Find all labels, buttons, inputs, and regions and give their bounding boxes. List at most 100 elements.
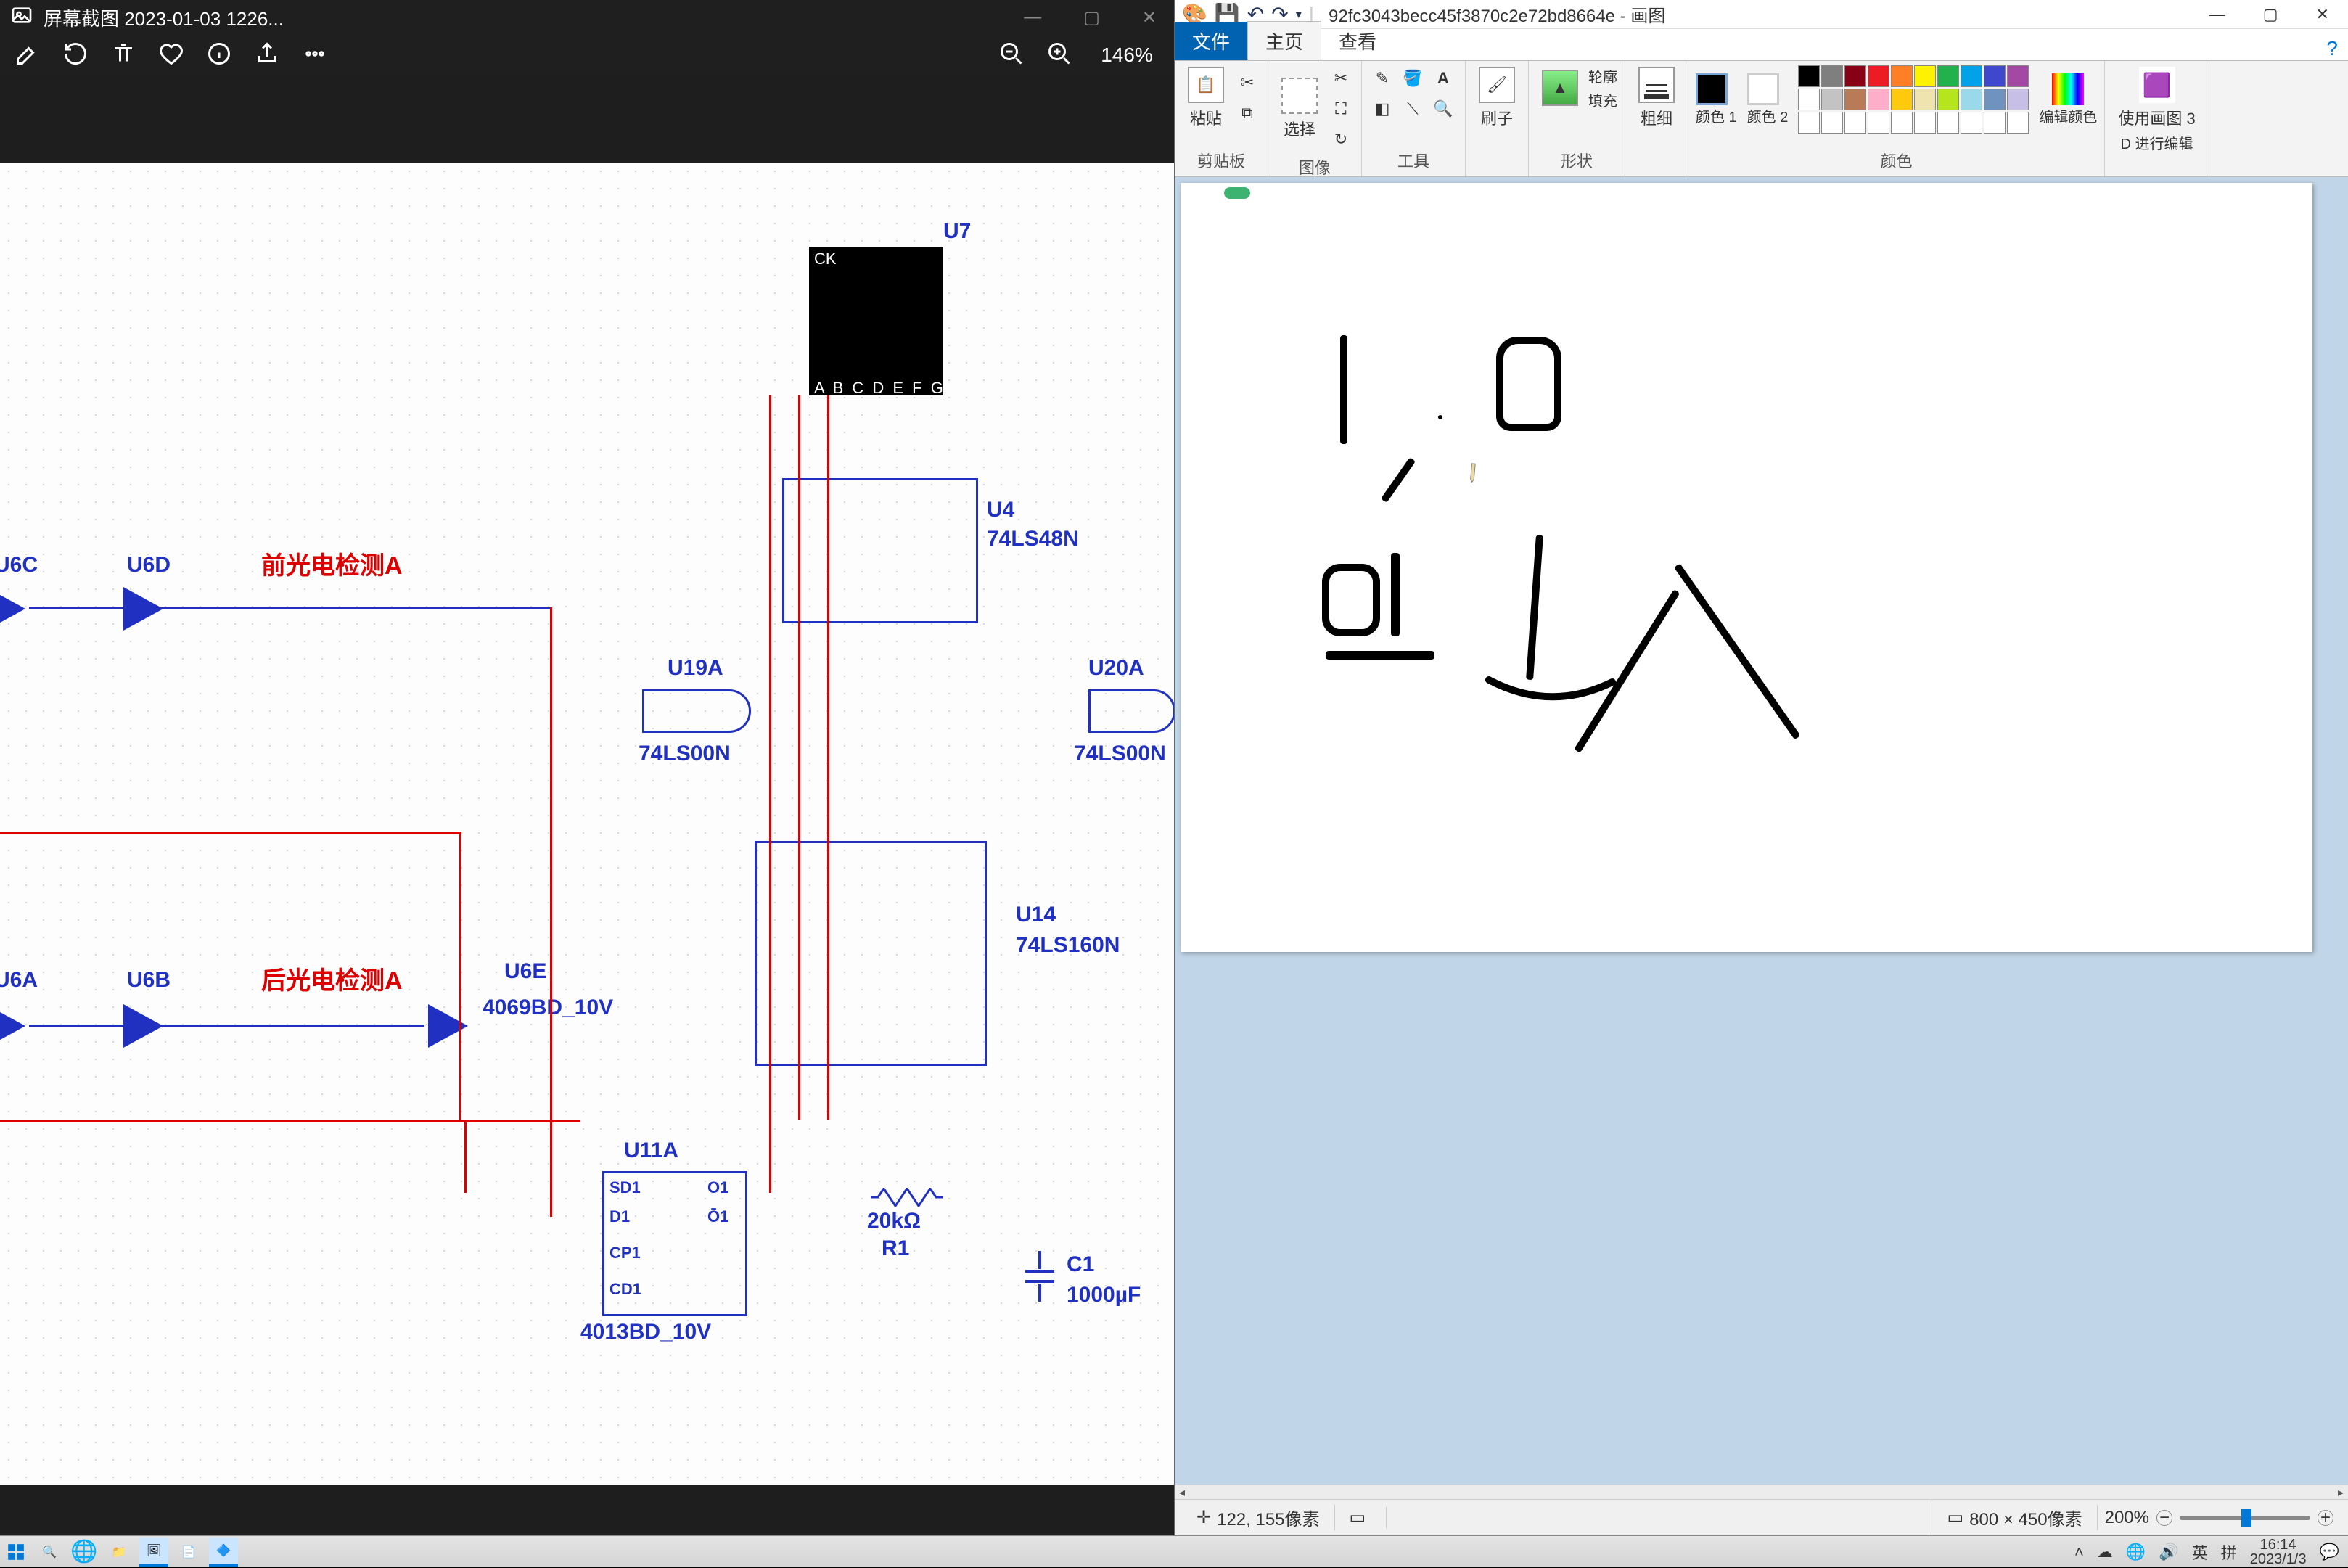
palette-color[interactable] xyxy=(2007,112,2029,134)
magnify-tool-icon[interactable]: 🔍 xyxy=(1430,96,1456,122)
palette-color[interactable] xyxy=(1961,112,1982,134)
more-icon[interactable] xyxy=(302,41,328,70)
ime-mode[interactable]: 英 xyxy=(2192,1540,2208,1564)
palette-color[interactable] xyxy=(1798,89,1820,110)
palette-color[interactable] xyxy=(1821,65,1843,87)
minimize-button[interactable]: — xyxy=(1014,4,1051,31)
scroll-left-icon[interactable]: ◂ xyxy=(1175,1485,1189,1500)
crop-icon[interactable]: ✂ xyxy=(1328,65,1354,91)
palette-color[interactable] xyxy=(1937,89,1959,110)
select-button[interactable]: 选择 xyxy=(1276,76,1323,141)
qat-dropdown-icon[interactable]: ▾ xyxy=(1296,7,1302,22)
zoom-out-button[interactable]: − xyxy=(2156,1510,2172,1526)
tray-chevron-icon[interactable]: ˄ xyxy=(2074,1543,2084,1561)
fill-button[interactable]: 填充 xyxy=(1588,89,1617,110)
palette-color[interactable] xyxy=(1891,89,1913,110)
paste-button[interactable]: 📋 粘贴 xyxy=(1182,65,1230,131)
brushes-button[interactable]: 🖌 刷子 xyxy=(1473,65,1521,131)
palette-color[interactable] xyxy=(1984,65,2006,87)
palette-color[interactable] xyxy=(1821,89,1843,110)
photos-viewport[interactable]: U7 CK A B C D E F G U4 74LS48N 前光电检测A U6… xyxy=(0,75,1174,1535)
zoom-out-icon[interactable] xyxy=(998,41,1025,70)
horizontal-scrollbar[interactable]: ◂ ▸ xyxy=(1175,1485,2348,1499)
palette-color[interactable] xyxy=(2007,65,2029,87)
photos-taskbar-icon[interactable]: 🖼 xyxy=(139,1538,168,1567)
tray-network-icon[interactable]: 🌐 xyxy=(2126,1543,2146,1561)
palette-color[interactable] xyxy=(1868,112,1889,134)
zoom-slider[interactable] xyxy=(2180,1516,2310,1520)
eraser-tool-icon[interactable]: ◧ xyxy=(1369,96,1395,122)
photos-app-icon xyxy=(7,4,36,32)
color-palette[interactable] xyxy=(1798,65,2029,134)
taskbar-clock[interactable]: 16:14 2023/1/3 xyxy=(2250,1538,2307,1567)
start-button[interactable] xyxy=(0,1536,32,1568)
palette-color[interactable] xyxy=(1891,65,1913,87)
app2-taskbar-icon[interactable]: 🔷 xyxy=(209,1538,238,1567)
tab-view[interactable]: 查看 xyxy=(1321,22,1394,60)
tab-file[interactable]: 文件 xyxy=(1175,22,1247,60)
palette-color[interactable] xyxy=(2007,89,2029,110)
resize-icon[interactable]: ⛶ xyxy=(1328,96,1354,122)
palette-color[interactable] xyxy=(1868,89,1889,110)
palette-color[interactable] xyxy=(1798,112,1820,134)
palette-color[interactable] xyxy=(1868,65,1889,87)
outline-button[interactable]: 轮廓 xyxy=(1588,65,1617,86)
palette-color[interactable] xyxy=(1844,112,1866,134)
taskbar[interactable]: 🔍 🌐 📁 🖼 📄 🔷 ˄ ☁ 🌐 🔊 英 拼 16:14 2023/1/3 💬 xyxy=(0,1535,2348,1567)
palette-color[interactable] xyxy=(1844,89,1866,110)
color2-button[interactable] xyxy=(1747,73,1779,105)
color1-button[interactable] xyxy=(1696,73,1728,105)
action-center-icon[interactable]: 💬 xyxy=(2320,1543,2339,1561)
palette-color[interactable] xyxy=(1937,65,1959,87)
copy-icon[interactable]: ⧉ xyxy=(1234,100,1260,126)
paint-canvas-area[interactable] xyxy=(1175,177,2348,1499)
paint-canvas[interactable] xyxy=(1181,183,2312,952)
palette-color[interactable] xyxy=(1984,89,2006,110)
paint-minimize-button[interactable]: — xyxy=(2191,2,2244,27)
rotate-icon[interactable] xyxy=(62,41,89,70)
schematic-u20a: U20A xyxy=(1088,656,1144,681)
tab-home[interactable]: 主页 xyxy=(1247,21,1321,60)
explorer-taskbar-icon[interactable]: 📁 xyxy=(104,1538,134,1567)
paint-maximize-button[interactable]: ▢ xyxy=(2244,2,2297,27)
search-taskbar-icon[interactable]: 🔍 xyxy=(35,1538,64,1567)
fill-tool-icon[interactable]: 🪣 xyxy=(1400,65,1426,91)
palette-color[interactable] xyxy=(1914,89,1936,110)
edit-colors-button[interactable]: 编辑颜色 xyxy=(2039,105,2097,126)
thickness-button[interactable]: 粗细 xyxy=(1633,65,1680,131)
zoom-in-icon[interactable] xyxy=(1046,41,1072,70)
scroll-right-icon[interactable]: ▸ xyxy=(2333,1485,2348,1500)
ime-engine[interactable]: 拼 xyxy=(2221,1540,2237,1564)
paint3d-button[interactable]: 🟪 使用画图 3 D 进行编辑 xyxy=(2112,65,2201,155)
palette-color[interactable] xyxy=(1961,65,1982,87)
palette-color[interactable] xyxy=(1891,112,1913,134)
picker-tool-icon[interactable]: ⟍ xyxy=(1400,96,1426,122)
palette-color[interactable] xyxy=(1798,65,1820,87)
palette-color[interactable] xyxy=(1937,112,1959,134)
text-tool-icon[interactable]: A xyxy=(1430,65,1456,91)
palette-color[interactable] xyxy=(1984,112,2006,134)
help-icon[interactable]: ? xyxy=(2316,37,2348,60)
tray-onedrive-icon[interactable]: ☁ xyxy=(2097,1543,2113,1561)
shapes-button[interactable]: ▲ xyxy=(1536,68,1584,107)
palette-color[interactable] xyxy=(1914,65,1936,87)
edge-taskbar-icon[interactable]: 🌐 xyxy=(70,1538,99,1567)
zoom-in-button[interactable]: + xyxy=(2318,1510,2333,1526)
tray-volume-icon[interactable]: 🔊 xyxy=(2159,1543,2178,1561)
palette-color[interactable] xyxy=(1961,89,1982,110)
share-icon[interactable] xyxy=(254,41,280,70)
rotate-icon-ribbon[interactable]: ↻ xyxy=(1328,126,1354,152)
info-icon[interactable] xyxy=(206,41,232,70)
favorite-icon[interactable] xyxy=(158,41,184,70)
palette-color[interactable] xyxy=(1821,112,1843,134)
palette-color[interactable] xyxy=(1844,65,1866,87)
paint-close-button[interactable]: ✕ xyxy=(2297,2,2348,27)
edit-icon[interactable] xyxy=(15,41,41,70)
maximize-button[interactable]: ▢ xyxy=(1073,4,1110,31)
cut-icon[interactable]: ✂ xyxy=(1234,70,1260,96)
palette-color[interactable] xyxy=(1914,112,1936,134)
delete-icon[interactable] xyxy=(110,41,136,70)
pencil-tool-icon[interactable]: ✎ xyxy=(1369,65,1395,91)
app-taskbar-icon[interactable]: 📄 xyxy=(174,1538,203,1567)
close-button[interactable]: ✕ xyxy=(1132,4,1167,31)
